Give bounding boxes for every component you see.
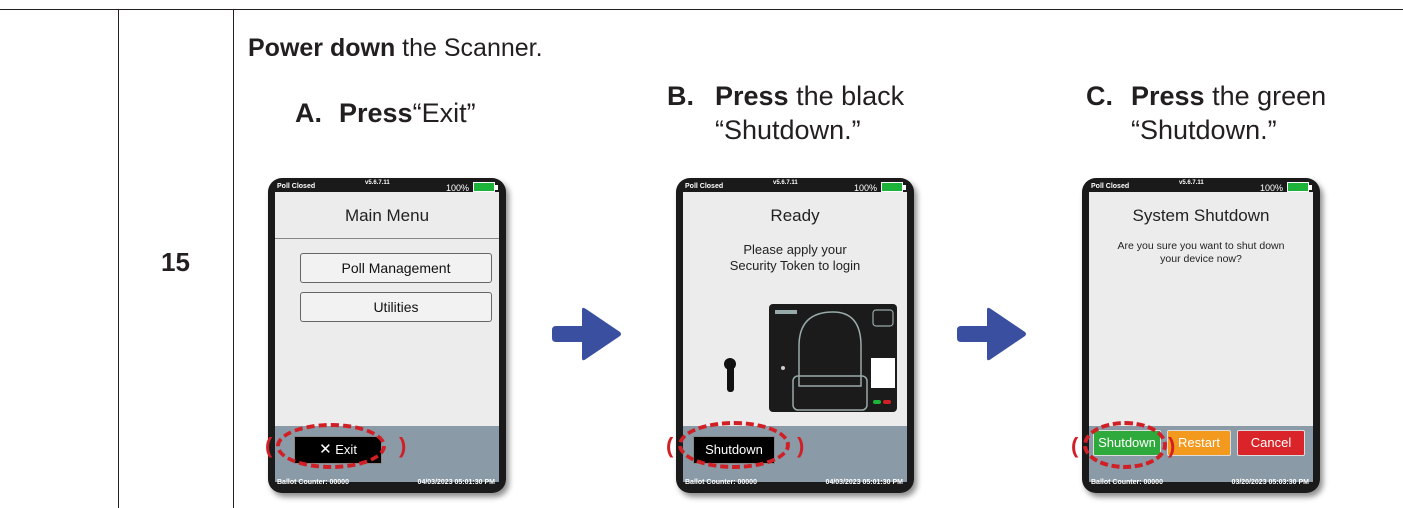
highlight-mark-left: (	[666, 433, 674, 458]
substep-letter: C.	[1086, 81, 1113, 111]
status-bar: Poll Closed v5.6.7.11 100%	[277, 180, 499, 193]
version-label: v5.6.7.11	[773, 180, 798, 186]
datetime: 04/03/2023 05:01:30 PM	[417, 479, 495, 486]
cancel-button[interactable]: Cancel	[1237, 430, 1305, 456]
security-token-illustration	[724, 304, 897, 412]
substep-text: “Exit”	[412, 98, 476, 128]
substep-bold: Press	[715, 81, 789, 111]
poll-status: Poll Closed	[277, 183, 316, 190]
status-bar: Poll Closed v5.6.7.11 100%	[1091, 180, 1313, 193]
highlight-mark-right: )	[797, 433, 805, 458]
utilities-button[interactable]: Utilities	[300, 292, 492, 322]
substep-text: the black	[788, 81, 905, 111]
table-top-rule	[0, 9, 1403, 10]
highlight-mark-right: )	[1168, 433, 1176, 458]
highlight-mark-left: (	[265, 433, 273, 458]
screen-title: System Shutdown	[1132, 206, 1270, 225]
substep-letter: A.	[295, 98, 322, 128]
status-bar: Poll Closed v5.6.7.11 100%	[685, 180, 907, 193]
datetime: 04/03/2023 05:01:30 PM	[825, 479, 903, 486]
battery-icon	[881, 182, 906, 192]
highlight-oval	[678, 421, 790, 469]
device-bottom-bar: Ballot Counter: 00000 04/03/2023 05:01:3…	[277, 478, 499, 489]
instruction-text: the Scanner.	[395, 34, 543, 62]
highlight-oval	[1083, 421, 1167, 469]
screen-title: Ready	[770, 206, 820, 225]
substep-b-caption: B. Press the black “Shutdown.”	[667, 79, 904, 147]
version-label: v5.6.7.11	[1179, 180, 1204, 186]
substep-text: the green	[1204, 81, 1327, 111]
substep-a-caption: A. Press“Exit”	[295, 96, 476, 130]
ballot-counter: Ballot Counter: 00000	[685, 479, 757, 486]
poll-management-button[interactable]: Poll Management	[300, 253, 492, 283]
ballot-counter: Ballot Counter: 00000	[1091, 479, 1163, 486]
step-number: 15	[161, 247, 190, 277]
poll-status: Poll Closed	[685, 183, 724, 190]
substep-text-line2: “Shutdown.”	[1131, 115, 1277, 145]
substep-text-line2: “Shutdown.”	[715, 115, 861, 145]
substep-c-caption: C. Press the green “Shutdown.”	[1086, 79, 1326, 147]
substep-letter: B.	[667, 81, 694, 111]
instruction-bold: Power down	[248, 34, 396, 62]
screen-title: Main Menu	[344, 206, 430, 225]
step-instruction: Power down the Scanner.	[248, 34, 543, 63]
login-message-line1: Please apply your	[743, 242, 847, 257]
version-label: v5.6.7.11	[365, 180, 390, 186]
substep-bold: Press	[339, 98, 413, 128]
highlight-mark-left: (	[1071, 433, 1079, 458]
highlight-mark-right: )	[399, 433, 407, 458]
poll-status: Poll Closed	[1091, 183, 1130, 190]
datetime: 03/20/2023 05:03:30 PM	[1231, 479, 1309, 486]
highlight-oval	[276, 423, 386, 469]
table-column-divider	[233, 9, 234, 508]
arrow-right-icon	[552, 307, 621, 361]
restart-button[interactable]: Restart	[1167, 430, 1231, 456]
substep-bold: Press	[1131, 81, 1205, 111]
device-bottom-bar: Ballot Counter: 00000 03/20/2023 05:03:3…	[1091, 478, 1313, 489]
device-bottom-bar: Ballot Counter: 00000 04/03/2023 05:01:3…	[685, 478, 907, 489]
battery-icon	[473, 182, 498, 192]
ballot-counter: Ballot Counter: 00000	[277, 479, 349, 486]
login-message-line2: Security Token to login	[729, 258, 861, 273]
battery-icon	[1287, 182, 1312, 192]
confirm-message-line2: your device now?	[1160, 253, 1242, 265]
title-divider	[275, 238, 499, 239]
arrow-right-icon	[957, 307, 1026, 361]
confirm-message-line1: Are you sure you want to shut down	[1117, 240, 1285, 252]
